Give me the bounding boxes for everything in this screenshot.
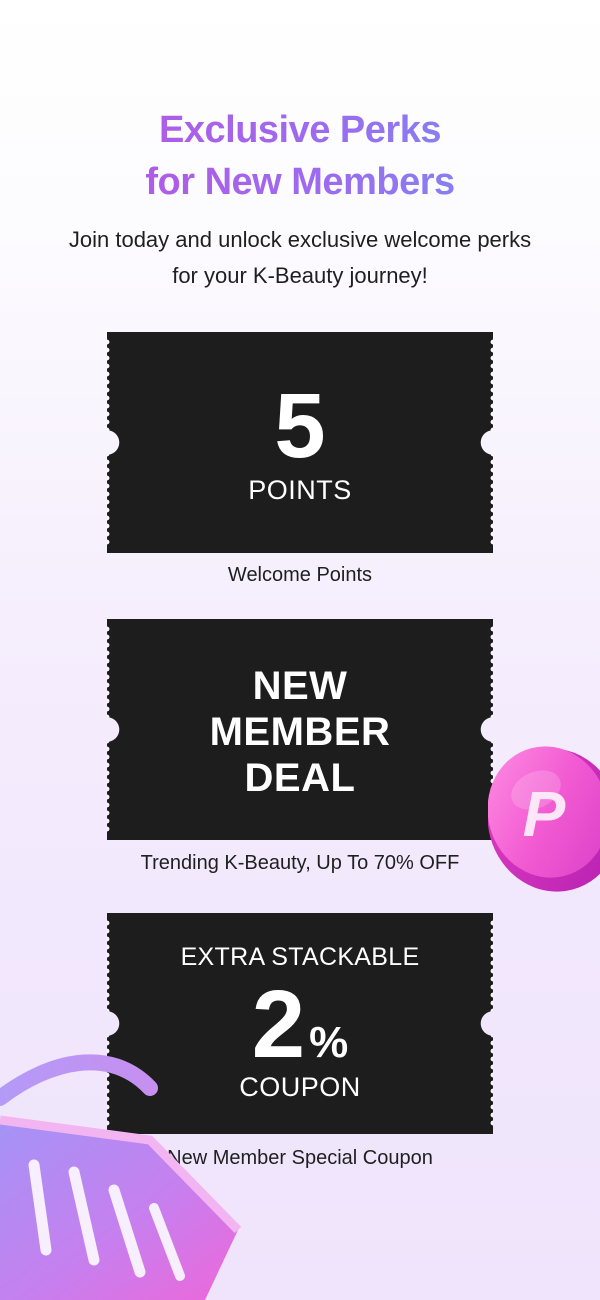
deal-heading: NEW MEMBER DEAL [107,663,493,801]
points-label: POINTS [248,475,352,505]
new-member-deal-ticket: NEW MEMBER DEAL [104,619,496,840]
deal-line-2: MEMBER [209,710,391,754]
coin-letter: P [523,778,566,850]
points-value: 5 [274,375,326,477]
page-subtitle: Join today and unlock exclusive welcome … [0,222,600,294]
page-subtitle-line-1: Join today and unlock exclusive welcome … [68,227,532,252]
coupon-top-label: EXTRA STACKABLE [180,943,420,971]
deal-line-1: NEW [252,664,348,708]
coupon-unit: % [309,1018,349,1067]
welcome-points-ticket: 5 POINTS [104,332,496,553]
page-title-line-2: for New Members [0,156,600,208]
page-title: Exclusive Perks for New Members [0,104,600,208]
points-coin-icon: P [488,746,600,892]
shopping-basket-icon [0,1054,242,1300]
page-subtitle-line-2: for your K-Beauty journey! [172,263,428,288]
deal-line-3: DEAL [244,756,356,800]
page-title-line-1: Exclusive Perks [0,104,600,156]
welcome-points-caption: Welcome Points [227,564,373,586]
